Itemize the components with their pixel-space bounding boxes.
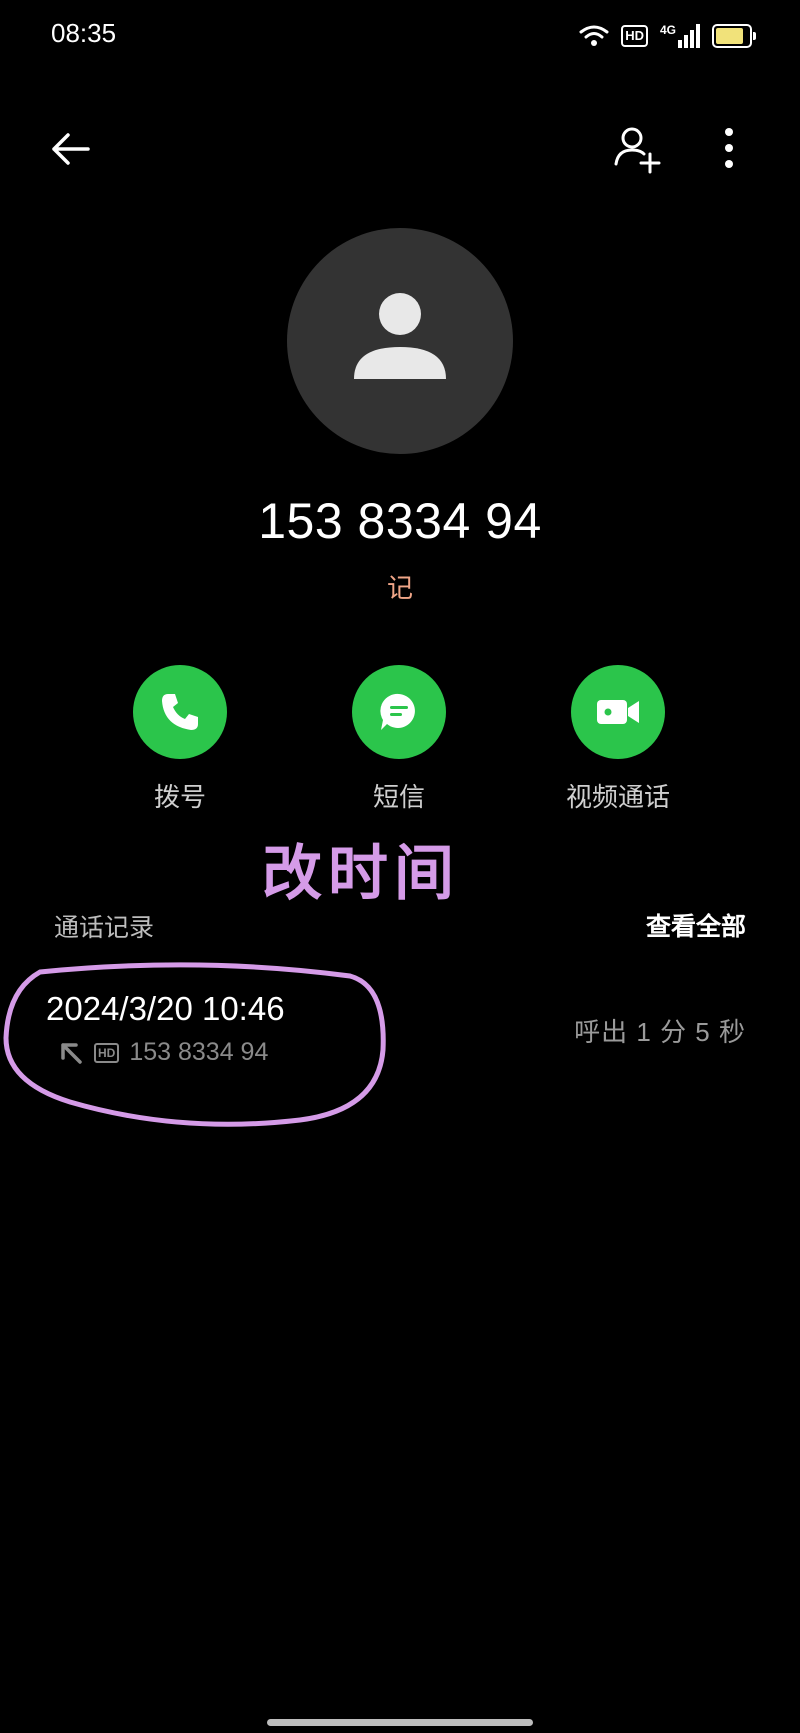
view-all-link[interactable]: 查看全部: [646, 907, 746, 943]
signal-icon: 4G: [660, 24, 700, 48]
call-log-info: 呼出 1 分 5 秒: [574, 1017, 746, 1047]
battery-icon: [712, 24, 756, 48]
network-type: 4G: [659, 23, 676, 37]
video-camera-icon: [597, 700, 639, 724]
sms-button[interactable]: 短信: [309, 665, 489, 814]
arrow-left-icon[interactable]: [46, 124, 96, 174]
sms-label: 短信: [372, 782, 425, 812]
sms-circle[interactable]: [352, 665, 446, 759]
add-person-icon[interactable]: [612, 124, 664, 176]
phone-icon: [162, 694, 198, 730]
more-vertical-icon[interactable]: [712, 124, 746, 176]
dial-circle[interactable]: [133, 665, 227, 759]
avatar: [287, 228, 513, 454]
battery-fill: [716, 28, 743, 44]
dial-button[interactable]: 拨号: [90, 665, 270, 814]
message-icon: [380, 693, 415, 730]
status-time: 08:35: [51, 18, 117, 48]
dial-label: 拨号: [153, 782, 206, 812]
contact-number: 153 8334 94: [258, 493, 542, 549]
hd-icon: HD: [621, 25, 648, 47]
person-icon: [354, 293, 446, 379]
status-icons: HD 4G: [579, 18, 756, 54]
video-call-button[interactable]: 视频通话: [528, 665, 708, 814]
annotation-circle: [3, 962, 386, 1127]
annotation-text: 改时间: [262, 839, 460, 909]
video-call-circle[interactable]: [571, 665, 665, 759]
wifi-icon: [579, 25, 609, 46]
video-call-label: 视频通话: [565, 782, 670, 812]
contact-tag: 记: [386, 573, 413, 603]
call-log-title: 通话记录: [54, 914, 155, 942]
home-indicator[interactable]: [267, 1719, 533, 1726]
